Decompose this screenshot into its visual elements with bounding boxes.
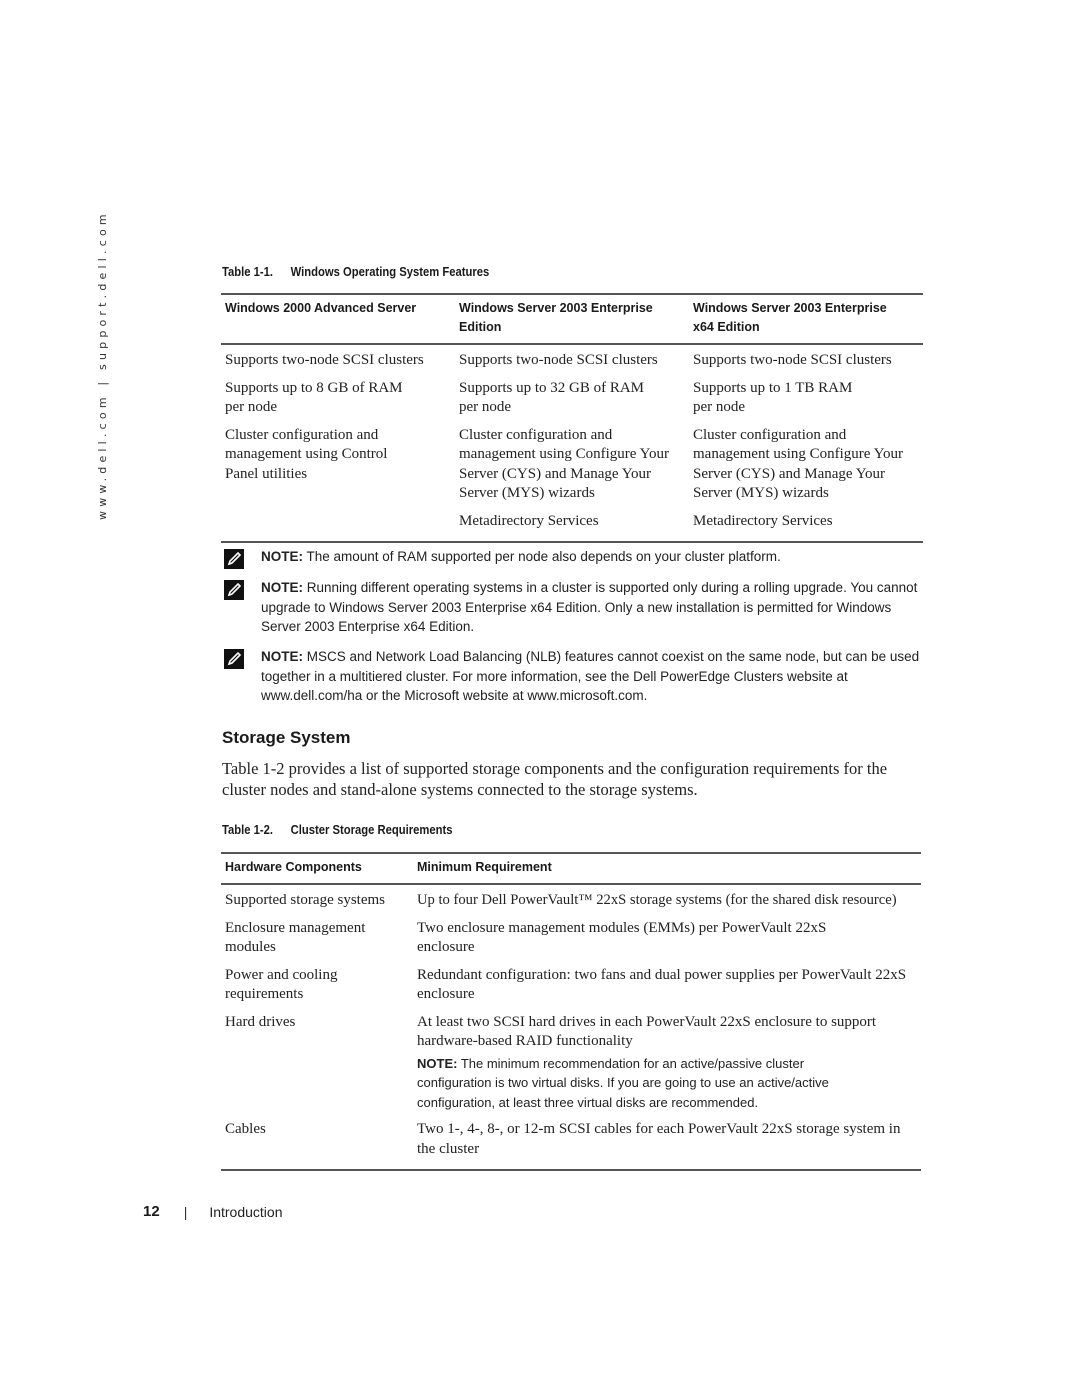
table-cell: Supports two-node SCSI clusters: [693, 352, 892, 368]
section-heading: Storage System: [222, 728, 351, 747]
section-paragraph: Table 1-2 provides a list of supported s…: [222, 759, 888, 799]
note-body: Running different operating systems in a…: [261, 580, 918, 634]
pencil-note-icon: [224, 549, 244, 569]
note-label: NOTE:: [261, 649, 303, 664]
column-header: Windows Server 2003 Enterprise Edition: [459, 301, 653, 334]
table-cell: Supports up to 1 TB RAM per node: [693, 379, 853, 416]
note-body-continued: or the Microsoft website at: [362, 688, 528, 703]
table-cell: Two 1-, 4-, 8-, or 12-m SCSI cables for …: [417, 1121, 901, 1157]
table-cell: Two enclosure management modules (EMMs) …: [417, 919, 827, 956]
table-cell: Metadirectory Services: [693, 512, 833, 529]
table-cell: Metadirectory Services: [459, 512, 599, 529]
table-header-row: Windows 2000 Advanced Server Windows Ser…: [221, 294, 923, 344]
pencil-note-icon: [224, 580, 244, 600]
table-row: Power and cooling requirements Redundant…: [221, 962, 921, 1009]
table-cell: Redundant configuration: two fans and du…: [417, 966, 907, 1003]
table-cell: Up to four Dell PowerVault™ 22xS storage…: [417, 892, 897, 908]
table-row: Cables Two 1-, 4-, 8-, or 12-m SCSI cabl…: [221, 1116, 921, 1170]
table1-caption-number: Table 1-1.: [222, 265, 274, 279]
table-cell: Supports up to 8 GB of RAM per node: [225, 379, 403, 416]
table-cell: Supports two-node SCSI clusters: [225, 352, 424, 368]
table-cell: Power and cooling requirements: [225, 966, 338, 1003]
windows-features-table: Windows 2000 Advanced Server Windows Ser…: [221, 293, 923, 543]
cell-text: At least two SCSI hard drives in each Po…: [417, 1013, 877, 1050]
note-body: The amount of RAM supported per node als…: [303, 549, 781, 564]
hard-drives-note: NOTE: The minimum recommendation for an …: [417, 1054, 917, 1113]
pencil-note-icon: [224, 649, 244, 669]
microsoft-link[interactable]: www.microsoft.com: [527, 688, 643, 703]
column-header: Windows Server 2003 Enterprise x64 Editi…: [693, 301, 887, 334]
footer-separator: |: [183, 1203, 188, 1220]
note-ram: NOTE: The amount of RAM supported per no…: [224, 547, 924, 569]
table-row: Cluster configuration and management usi…: [221, 422, 923, 508]
note-end-punctuation: .: [643, 688, 648, 703]
footer-section-label: Introduction: [209, 1203, 283, 1220]
table-cell: [221, 508, 455, 543]
note-label: NOTE:: [261, 549, 303, 564]
note-mscs-nlb: NOTE: MSCS and Network Load Balancing (N…: [224, 647, 924, 706]
note-rolling-upgrade: NOTE: Running different operating system…: [224, 578, 924, 637]
table-cell: Cluster configuration and management usi…: [225, 426, 388, 482]
side-url-text: www.dell.com | support.dell.com: [96, 210, 109, 520]
table2-caption-number: Table 1-2.: [222, 823, 274, 837]
note-label: NOTE:: [417, 1055, 458, 1071]
dell-ha-link[interactable]: www.dell.com/ha: [261, 688, 362, 703]
table-cell: Enclosure management modules: [225, 919, 366, 956]
table-cell: Cluster configuration and management usi…: [693, 426, 903, 502]
table-cell: Cables: [225, 1121, 266, 1137]
table-row: Supports two-node SCSI clusters Supports…: [221, 344, 923, 375]
note-body: The minimum recommendation for an active…: [417, 1055, 829, 1110]
table-row: Hard drives At least two SCSI hard drive…: [221, 1009, 921, 1117]
table-cell: Supports up to 32 GB of RAM per node: [459, 379, 645, 416]
table-cell: At least two SCSI hard drives in each Po…: [413, 1009, 921, 1117]
table-row: Metadirectory Services Metadirectory Ser…: [221, 508, 923, 543]
cluster-storage-table: Hardware Components Minimum Requirement …: [221, 852, 921, 1171]
column-header: Hardware Components: [225, 860, 362, 874]
table-row: Supports up to 8 GB of RAM per node Supp…: [221, 375, 923, 422]
table1-caption: Table 1-1. Windows Operating System Feat…: [222, 265, 489, 279]
table-row: Supported storage systems Up to four Del…: [221, 884, 921, 915]
note-body: MSCS and Network Load Balancing (NLB) fe…: [261, 649, 920, 684]
column-header: Windows 2000 Advanced Server: [225, 301, 417, 315]
column-header: Minimum Requirement: [417, 860, 552, 874]
table-row: Enclosure management modules Two enclosu…: [221, 915, 921, 962]
table2-caption: Table 1-2. Cluster Storage Requirements: [222, 823, 453, 837]
table-cell: Hard drives: [225, 1013, 296, 1030]
table2-caption-title: Cluster Storage Requirements: [290, 823, 453, 837]
table1-caption-title: Windows Operating System Features: [290, 265, 490, 279]
table-cell: Supports two-node SCSI clusters: [459, 352, 658, 368]
note-label: NOTE:: [261, 580, 303, 595]
table-header-row: Hardware Components Minimum Requirement: [221, 853, 921, 884]
page-footer: 12 | Introduction: [143, 1203, 283, 1220]
table-cell: Supported storage systems: [225, 892, 385, 908]
table-cell: Cluster configuration and management usi…: [459, 426, 669, 502]
page-number: 12: [143, 1203, 160, 1220]
